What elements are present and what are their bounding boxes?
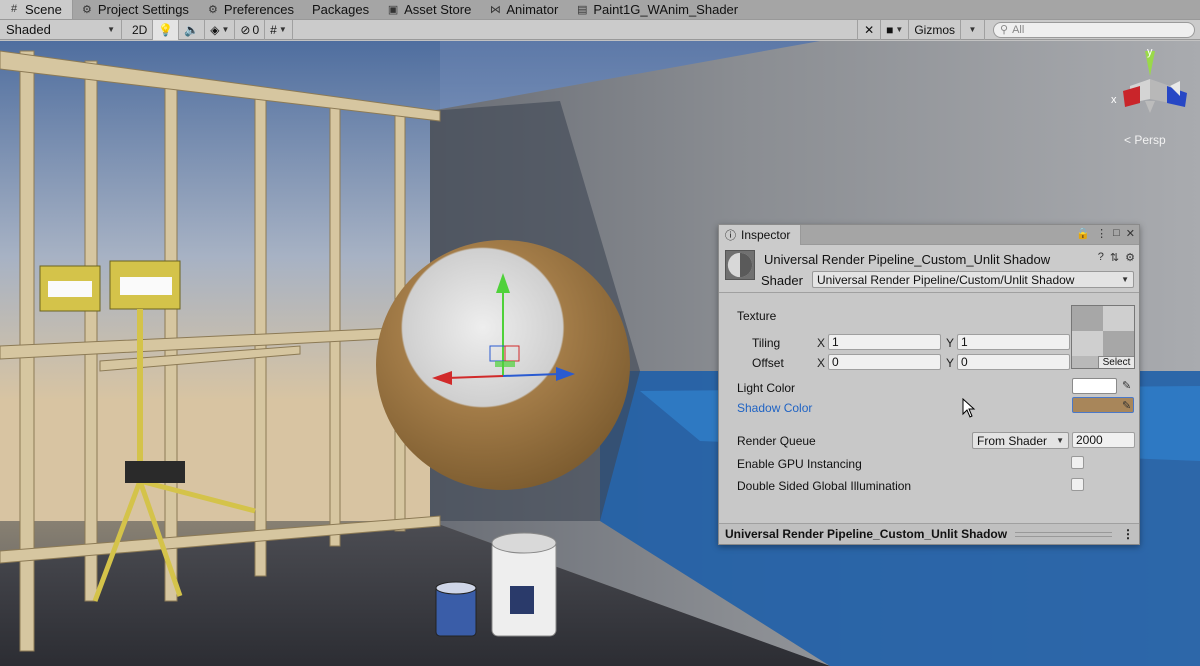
kebab-menu-icon[interactable]: ⋮ [1122, 527, 1139, 541]
chevron-down-icon: ▼ [895, 25, 904, 34]
texture-slot[interactable]: Select [1071, 305, 1135, 369]
render-queue-label: Render Queue [737, 434, 816, 448]
chevron-down-icon: ▼ [1056, 436, 1064, 445]
lightbulb-icon: 💡 [158, 22, 174, 37]
offset-y-label: Y [946, 356, 955, 370]
projection-toggle[interactable]: < Persp [1124, 133, 1166, 147]
tiling-y-label: Y [946, 336, 955, 350]
tiling-x-label: X [817, 336, 826, 350]
material-name: Universal Render Pipeline_Custom_Unlit S… [764, 252, 1051, 267]
inspector-window: ⓘ Inspector 🔒 ⋮ □ ✕ Universal Render Pip… [718, 224, 1140, 545]
draw-mode-dropdown[interactable]: Shaded ▼ [0, 19, 122, 40]
scene-toolbar: Shaded ▼ 2D 💡 🔈 ◈ ▼ ⊘ 0 # ▼ ✕ ■ ▼ Gizmos… [0, 19, 1200, 40]
audio-toggle[interactable]: 🔈 [179, 19, 206, 40]
tab-preferences[interactable]: ⚙ Preferences [199, 0, 304, 19]
tiling-label: Tiling [752, 336, 781, 350]
inspector-footer: Universal Render Pipeline_Custom_Unlit S… [719, 523, 1139, 544]
eyedropper-icon[interactable]: ✎ [1122, 399, 1131, 412]
info-icon: ⓘ [725, 229, 736, 242]
gizmos-button[interactable]: Gizmos [909, 19, 961, 40]
tab-animator[interactable]: ⋈ Animator [481, 0, 568, 19]
tab-shader-graph[interactable]: ▤ Paint1G_WAnim_Shader [568, 0, 748, 19]
lighting-toggle[interactable]: 💡 [153, 19, 180, 40]
editor-tab-bar: # Scene ⚙ Project Settings ⚙ Preferences… [0, 0, 1200, 20]
texture-checker-icon [1072, 306, 1134, 356]
chevron-left-icon: < [1124, 133, 1132, 147]
render-queue-field[interactable]: 2000 [1072, 432, 1135, 448]
hidden-eye-icon: ⊘ [240, 22, 251, 37]
chevron-down-icon: ▼ [968, 25, 977, 34]
shader-graph-icon: ▤ [577, 3, 588, 16]
2d-toggle[interactable]: 2D [127, 19, 154, 40]
camera-icon: ■ [886, 22, 894, 37]
close-icon[interactable]: ✕ [1126, 227, 1135, 240]
search-input[interactable]: ⚲ All [993, 21, 1195, 38]
camera-dropdown[interactable]: ■ ▼ [881, 19, 910, 40]
kebab-menu-icon[interactable]: ⋮ [1096, 227, 1107, 240]
light-color-swatch[interactable] [1072, 378, 1117, 394]
scene-visibility-toggle[interactable]: ⊘ 0 [235, 19, 266, 40]
texture-label: Texture [737, 309, 777, 323]
material-preview-icon [725, 250, 755, 280]
gear-icon: ⚙ [207, 3, 218, 16]
effects-icon: ◈ [210, 22, 220, 37]
speaker-icon: 🔈 [184, 22, 200, 37]
texture-select-button[interactable]: Select [1098, 356, 1134, 368]
tiling-x-field[interactable]: 1 [828, 334, 941, 350]
render-queue-dropdown[interactable]: From Shader ▼ [972, 432, 1069, 449]
double-sided-gi-label: Double Sided Global Illumination [737, 479, 912, 493]
gpu-instancing-label: Enable GPU Instancing [737, 457, 862, 471]
material-properties: Texture Tiling X 1 Y 1 Offset X 0 Y 0 Se… [719, 295, 1139, 523]
gear-icon[interactable]: ⚙ [1125, 251, 1135, 264]
resize-grip[interactable] [1015, 531, 1112, 537]
grid-icon: # [10, 3, 18, 15]
gizmos-dropdown[interactable]: ▼ [961, 19, 985, 40]
store-icon: ▣ [387, 3, 399, 16]
chevron-down-icon: ▼ [1121, 275, 1129, 284]
gear-icon: ⚙ [81, 3, 92, 16]
chevron-down-icon: ▼ [107, 25, 115, 34]
animator-icon: ⋈ [489, 3, 501, 16]
double-sided-gi-checkbox[interactable] [1071, 478, 1084, 491]
grid-dropdown[interactable]: # ▼ [265, 19, 293, 40]
maximize-icon[interactable]: □ [1113, 227, 1120, 240]
help-icon[interactable]: ? [1098, 251, 1104, 264]
lock-icon[interactable]: 🔒 [1076, 227, 1090, 240]
tools-button[interactable]: ✕ [857, 19, 882, 40]
material-header: Universal Render Pipeline_Custom_Unlit S… [719, 245, 1139, 293]
gpu-instancing-checkbox[interactable] [1071, 456, 1084, 469]
offset-x-label: X [817, 356, 826, 370]
inspector-tab-bar: ⓘ Inspector 🔒 ⋮ □ ✕ [719, 224, 1139, 245]
footer-title: Universal Render Pipeline_Custom_Unlit S… [725, 527, 1008, 541]
offset-label: Offset [752, 356, 784, 370]
grid-snap-icon: # [270, 22, 277, 37]
tab-packages[interactable]: Packages [304, 0, 379, 19]
search-icon: ⚲ [1000, 24, 1009, 36]
tools-icon: ✕ [864, 22, 875, 37]
tab-project-settings[interactable]: ⚙ Project Settings [73, 0, 199, 19]
tab-inspector[interactable]: ⓘ Inspector [719, 224, 802, 245]
light-color-label: Light Color [737, 381, 796, 395]
shadow-color-label: Shadow Color [737, 401, 813, 415]
mouse-cursor-icon [962, 398, 976, 418]
presets-icon[interactable]: ⇅ [1110, 251, 1119, 264]
tab-asset-store[interactable]: ▣ Asset Store [379, 0, 481, 19]
tab-scene[interactable]: # Scene [0, 0, 73, 19]
shader-label: Shader [761, 273, 803, 288]
axis-y-label: y [1147, 46, 1153, 58]
tiling-y-field[interactable]: 1 [957, 334, 1070, 350]
axis-x-label: x [1111, 94, 1117, 106]
offset-x-field[interactable]: 0 [828, 354, 941, 370]
chevron-down-icon: ▼ [221, 25, 230, 34]
chevron-down-icon: ▼ [278, 25, 287, 34]
offset-y-field[interactable]: 0 [957, 354, 1070, 370]
eyedropper-icon[interactable]: ✎ [1122, 379, 1131, 392]
shader-dropdown[interactable]: Universal Render Pipeline/Custom/Unlit S… [812, 271, 1134, 288]
effects-dropdown[interactable]: ◈ ▼ [205, 19, 236, 40]
